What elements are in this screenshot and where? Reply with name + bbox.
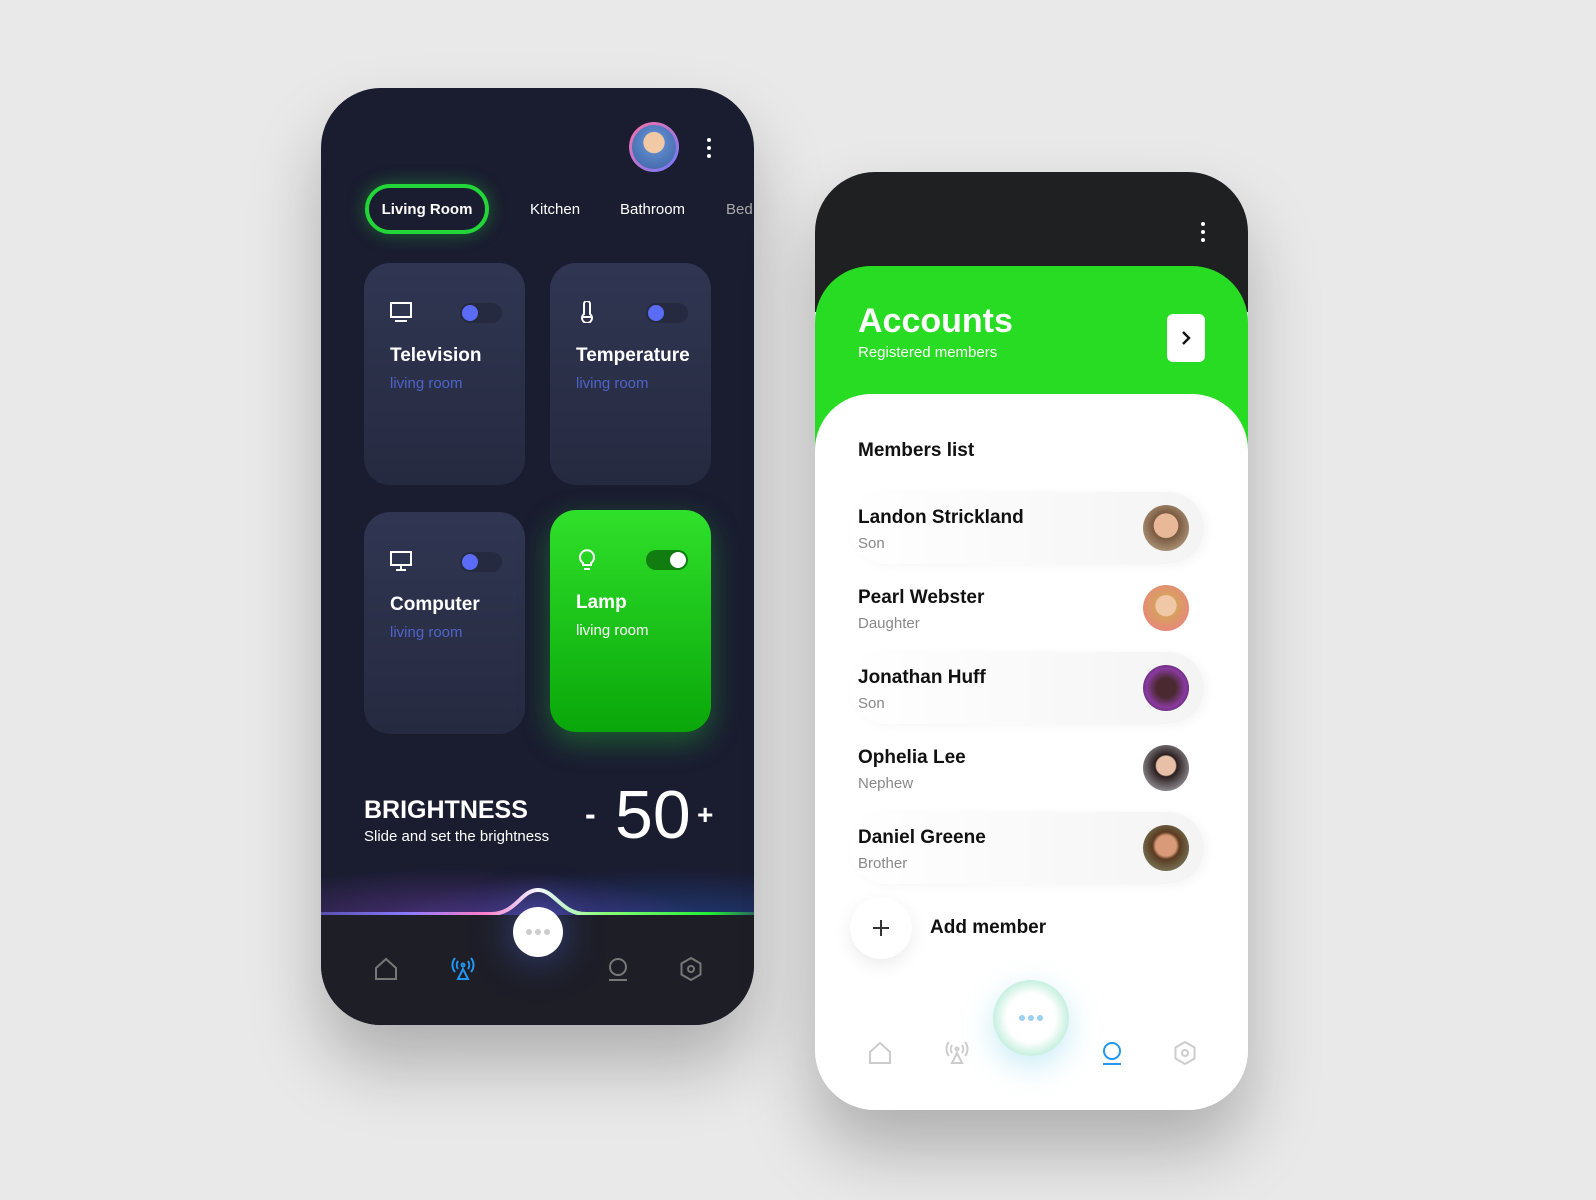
- tab-living-room[interactable]: Living Room: [365, 184, 489, 234]
- member-name: Jonathan Huff: [858, 667, 986, 688]
- home-icon[interactable]: [373, 956, 399, 982]
- device-name: Lamp: [576, 592, 627, 613]
- thermometer-icon: [581, 301, 593, 323]
- member-row[interactable]: Pearl Webster Daughter: [850, 572, 1204, 644]
- member-name: Ophelia Lee: [858, 747, 966, 768]
- settings-icon[interactable]: [678, 956, 704, 982]
- member-name: Pearl Webster: [858, 587, 985, 608]
- smart-home-screen: Living Room Kitchen Bathroom Bed Televis…: [321, 88, 754, 1025]
- computer-toggle[interactable]: [460, 552, 502, 572]
- member-role: Nephew: [858, 775, 914, 792]
- user-avatar[interactable]: [629, 122, 679, 172]
- accounts-subtitle: Registered members: [858, 344, 998, 361]
- avatar: [1143, 585, 1189, 631]
- member-role: Daughter: [858, 615, 920, 632]
- brightness-title: BRIGHTNESS: [364, 796, 528, 824]
- device-room: living room: [390, 375, 463, 392]
- member-name: Landon Strickland: [858, 507, 1024, 528]
- tab-bathroom[interactable]: Bathroom: [620, 201, 685, 218]
- chevron-right-icon: [1182, 331, 1191, 345]
- home-icon[interactable]: [867, 1040, 893, 1066]
- add-member-button[interactable]: [850, 897, 912, 959]
- tab-kitchen[interactable]: Kitchen: [530, 201, 580, 218]
- television-toggle[interactable]: [460, 303, 502, 323]
- tab-bedroom[interactable]: Bed: [726, 201, 753, 218]
- brightness-increase-button[interactable]: +: [697, 799, 713, 831]
- tv-icon: [390, 302, 412, 322]
- device-name: Temperature: [576, 345, 690, 366]
- user-icon[interactable]: [605, 956, 631, 982]
- brightness-decrease-button[interactable]: -: [585, 796, 596, 833]
- broadcast-icon[interactable]: [450, 956, 476, 982]
- add-member-label[interactable]: Add member: [930, 917, 1046, 939]
- device-card-computer[interactable]: Computer living room: [364, 512, 525, 734]
- next-button[interactable]: [1167, 314, 1205, 362]
- member-name: Daniel Greene: [858, 827, 986, 848]
- member-row[interactable]: Daniel Greene Brother: [850, 812, 1204, 884]
- more-menu-icon[interactable]: [707, 138, 711, 158]
- avatar: [1143, 665, 1189, 711]
- device-card-television[interactable]: Television living room: [364, 263, 525, 485]
- device-card-temperature[interactable]: Temperature living room: [550, 263, 711, 485]
- bulb-icon: [579, 549, 595, 570]
- device-room: living room: [576, 375, 649, 392]
- brightness-subtitle: Slide and set the brightness: [364, 828, 550, 845]
- member-role: Brother: [858, 855, 908, 872]
- avatar: [1143, 505, 1189, 551]
- device-name: Computer: [390, 594, 480, 615]
- member-row[interactable]: Jonathan Huff Son: [850, 652, 1204, 724]
- device-room: living room: [390, 624, 463, 641]
- member-role: Son: [858, 535, 885, 552]
- avatar: [1143, 745, 1189, 791]
- broadcast-icon[interactable]: [944, 1040, 970, 1066]
- accounts-screen: Accounts Registered members Members list…: [815, 172, 1248, 1110]
- member-role: Son: [858, 695, 885, 712]
- member-row[interactable]: Ophelia Lee Nephew: [850, 732, 1204, 804]
- more-button[interactable]: [993, 980, 1069, 1056]
- monitor-icon: [390, 551, 412, 571]
- members-list-title: Members list: [858, 440, 975, 461]
- device-card-lamp[interactable]: Lamp living room: [550, 510, 711, 732]
- more-button[interactable]: [513, 907, 563, 957]
- user-icon[interactable]: [1099, 1040, 1125, 1066]
- avatar: [1143, 825, 1189, 871]
- device-room: living room: [576, 622, 649, 639]
- brightness-value: 50: [615, 777, 691, 853]
- more-menu-icon[interactable]: [1201, 222, 1205, 242]
- member-row[interactable]: Landon Strickland Son: [850, 492, 1204, 564]
- device-name: Television: [390, 345, 482, 366]
- plus-icon: [873, 920, 889, 936]
- temperature-toggle[interactable]: [646, 303, 688, 323]
- accounts-title: Accounts: [858, 302, 1013, 340]
- settings-icon[interactable]: [1172, 1040, 1198, 1066]
- lamp-toggle[interactable]: [646, 550, 688, 570]
